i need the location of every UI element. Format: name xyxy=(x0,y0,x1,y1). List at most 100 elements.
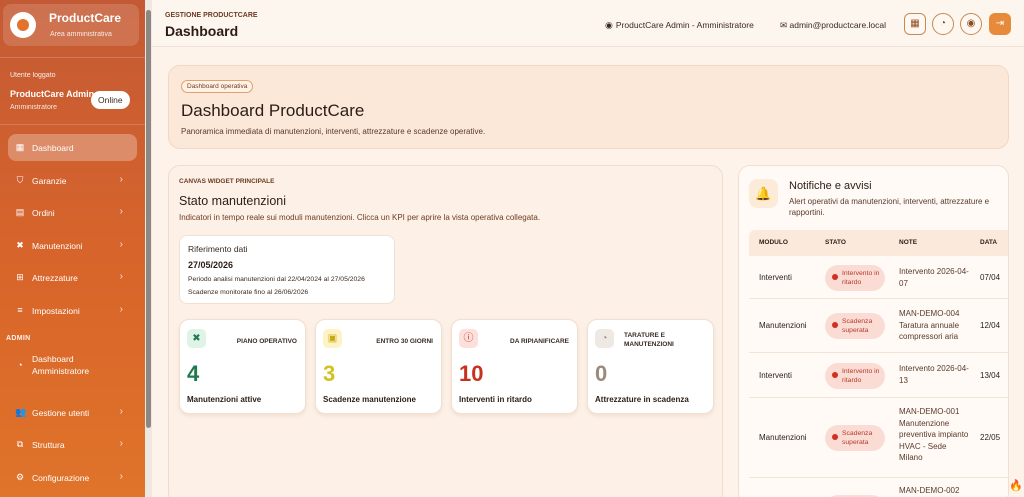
row-module: Interventi xyxy=(759,273,792,282)
sidebar-item-label: Garanzie xyxy=(32,176,67,186)
user-icon: ◉ xyxy=(966,18,976,29)
mail-icon: ✉ xyxy=(780,20,788,30)
kpi-card-attrezzature[interactable]: ◔ TARATURE E MANUTENZIONI 0 Attrezzature… xyxy=(587,319,714,414)
sidebar-item-label: Gestione utenti xyxy=(32,408,90,418)
sidebar-scrollbar[interactable] xyxy=(145,0,152,497)
scrollbar-thumb[interactable] xyxy=(146,10,151,428)
hero-chip: Dashboard operativa xyxy=(181,80,254,93)
gauge-icon: ◔ xyxy=(939,18,947,29)
gauge-icon: ◔ xyxy=(17,360,23,370)
notifications-title: Notifiche e avvisi xyxy=(789,180,872,192)
sidebar-item-manutenzioni[interactable]: ✖ Manutenzioni › xyxy=(8,232,137,259)
reference-period: Periodo analisi manutenzioni dal 22/04/2… xyxy=(188,276,365,283)
sidebar-item-gestione-utenti[interactable]: 👥 Gestione utenti › xyxy=(8,399,137,426)
header-email-label: admin@productcare.local xyxy=(789,20,887,30)
column-header-note: NOTE xyxy=(899,239,918,246)
logout-icon: ⇥ xyxy=(995,18,1005,29)
header-user: ◉ ProductCare Admin - Amministratore xyxy=(605,20,754,31)
sidebar: ProductCare Area amministrativa Utente l… xyxy=(0,0,145,497)
status-badge-label: Scadenza superata xyxy=(842,318,873,334)
kpi-card-interventi-ritardo[interactable]: ⓘ DA RIPIANIFICARE 10 Interventi in rita… xyxy=(451,319,578,414)
row-date: 12/04 xyxy=(980,321,1001,330)
user-label: Utente loggato xyxy=(10,72,56,79)
sidebar-item-attrezzature[interactable]: ⊞ Attrezzature › xyxy=(8,264,137,291)
divider xyxy=(0,57,145,58)
kpi-value: 0 xyxy=(595,361,608,386)
table-header: MODULO STATO NOTE DATA xyxy=(749,230,1008,256)
table-row[interactable]: Manutenzioni Scadenza superata MAN-DEMO-… xyxy=(749,299,1008,353)
status-badge: Scadenza superata xyxy=(825,313,885,339)
table-row[interactable]: Manutenzioni Scadenza superata MAN-DEMO-… xyxy=(749,398,1008,478)
table-row[interactable]: MAN-DEMO-002 xyxy=(749,478,1008,497)
kpi-label: TARATURE E MANUTENZIONI xyxy=(624,332,674,348)
chevron-right-icon: › xyxy=(119,471,123,482)
table-row[interactable]: Interventi Intervento in ritardo Interve… xyxy=(749,256,1008,299)
row-note: MAN-DEMO-004 Taratura annuale compressor… xyxy=(899,309,960,341)
sidebar-item-impostazioni[interactable]: ≡ Impostazioni › xyxy=(8,297,137,324)
grid-icon: ▦ xyxy=(15,142,25,152)
status-badge-label: Intervento in ritardo xyxy=(842,368,880,384)
kpi-label: PIANO OPERATIVO xyxy=(236,338,297,345)
sidebar-item-label: Impostazioni xyxy=(32,306,80,316)
status-dot xyxy=(832,274,838,280)
kpi-card-scadenze[interactable]: ▣ ENTRO 30 GIORNI 3 Scadenze manutenzion… xyxy=(315,319,442,414)
canvas-subtitle: Indicatori in tempo reale sui moduli man… xyxy=(179,213,541,222)
hero-subtitle: Panoramica immediata di manutenzioni, in… xyxy=(181,127,486,136)
divider xyxy=(0,124,145,125)
kpi-value: 10 xyxy=(459,361,484,386)
canvas-pretitle: CANVAS WIDGET PRINCIPALE xyxy=(179,178,275,185)
kpi-card-manutenzioni-attive[interactable]: ✖ PIANO OPERATIVO 4 Manutenzioni attive xyxy=(179,319,306,414)
row-note: MAN-DEMO-002 xyxy=(899,486,960,495)
brand-block[interactable]: ProductCare Area amministrativa xyxy=(3,4,139,46)
table-row[interactable]: Interventi Intervento in ritardo Interve… xyxy=(749,353,1008,398)
boxes-icon: ⊞ xyxy=(16,272,24,282)
dashboard-gauge-button[interactable]: ◔ xyxy=(932,13,954,35)
reference-deadlines: Scadenze monitorate fino al 26/06/2026 xyxy=(188,289,309,296)
row-note: MAN-DEMO-001 Manutenzione preventiva imp… xyxy=(899,407,969,462)
kpi-value: 3 xyxy=(323,361,336,386)
flame-icon[interactable]: 🔥 xyxy=(1009,479,1023,492)
status-dot xyxy=(832,434,838,440)
logo-icon xyxy=(10,12,36,38)
profile-button[interactable]: ◉ xyxy=(960,13,982,35)
status-badge: Scadenza superata xyxy=(825,425,885,451)
column-header-modulo: MODULO xyxy=(759,239,788,246)
kpi-label: ENTRO 30 GIORNI xyxy=(376,338,433,345)
column-header-data: DATA xyxy=(980,239,998,246)
sidebar-item-struttura[interactable]: ⧉ Struttura › xyxy=(8,431,137,458)
kpi-value: 4 xyxy=(187,361,200,386)
row-module: Manutenzioni xyxy=(759,321,807,330)
sidebar-item-dashboard-admin[interactable]: ◔ Dashboard Amministratore xyxy=(8,346,137,382)
logout-button[interactable]: ⇥ xyxy=(989,13,1011,35)
top-header: GESTIONE PRODUCTCARE Dashboard ◉ ProductC… xyxy=(152,0,1024,47)
gear-icon: ⚙ xyxy=(15,472,25,482)
kpi-caption: Interventi in ritardo xyxy=(459,395,532,404)
canvas-title: Stato manutenzioni xyxy=(179,194,287,208)
status-dot xyxy=(832,372,838,378)
kpi-label: DA RIPIANIFICARE xyxy=(510,338,569,345)
layout-button[interactable]: ▦ xyxy=(904,13,926,35)
sidebar-item-ordini[interactable]: ▤ Ordini › xyxy=(8,199,137,226)
row-date: 07/04 xyxy=(980,273,1001,282)
sidebar-item-label: Configurazione xyxy=(32,473,90,483)
sidebar-item-dashboard[interactable]: ▦ Dashboard xyxy=(8,134,137,161)
row-module: Manutenzioni xyxy=(759,433,807,442)
hero-card: Dashboard operativa Dashboard ProductCar… xyxy=(168,65,1009,149)
user-circle-icon: ◉ xyxy=(605,20,613,30)
status-badge: Intervento in ritardo xyxy=(825,265,885,291)
user-role: Amministratore xyxy=(10,104,58,111)
chevron-right-icon: › xyxy=(119,174,123,185)
header-email: ✉ admin@productcare.local xyxy=(780,20,886,31)
reference-date: 27/05/2026 xyxy=(188,260,234,270)
sidebar-item-configurazione[interactable]: ⚙ Configurazione › xyxy=(8,464,137,491)
kpi-caption: Scadenze manutenzione xyxy=(323,395,416,404)
tools-icon: ✖ xyxy=(187,329,206,348)
user-name: ProductCare Admin xyxy=(10,89,95,99)
kpi-caption: Manutenzioni attive xyxy=(187,395,262,404)
status-dot xyxy=(832,322,838,328)
row-note: Intervento 2026-04-07 xyxy=(899,267,969,288)
sidebar-item-label: Manutenzioni xyxy=(32,241,83,251)
admin-section-label: ADMIN xyxy=(6,335,31,342)
brand-subtitle: Area amministrativa xyxy=(50,31,112,38)
sidebar-item-garanzie[interactable]: ⛉ Garanzie › xyxy=(8,167,137,194)
